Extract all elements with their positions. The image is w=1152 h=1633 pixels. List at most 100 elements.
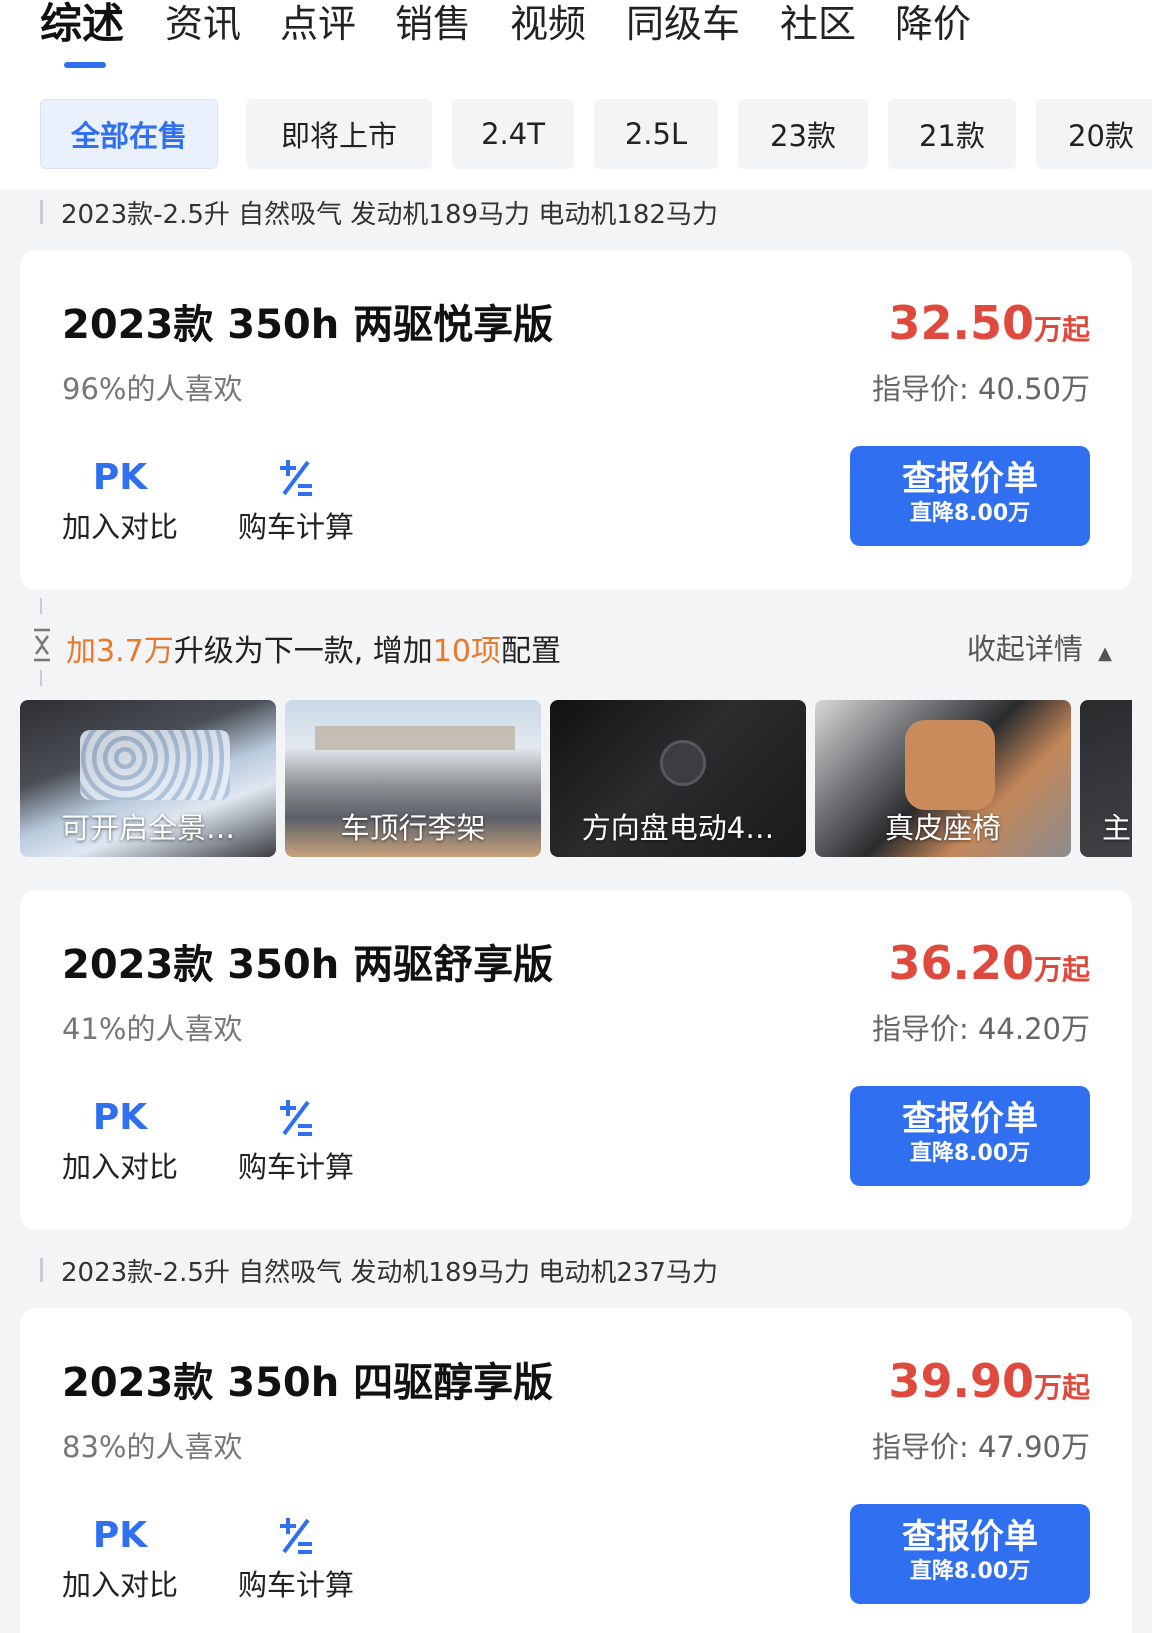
feature-label: 可开启全景… xyxy=(60,811,235,845)
tab-news[interactable]: 资讯 xyxy=(165,0,241,48)
chip-2-4t[interactable]: 2.4T xyxy=(452,99,574,169)
get-quote-button[interactable]: 查报价单 直降8.00万 xyxy=(850,1086,1090,1186)
like-rate: 41%的人喜欢 xyxy=(62,1012,243,1046)
feature-label: 方向盘电动4… xyxy=(581,811,775,845)
trim-title: 2023款 350h 两驱舒享版 xyxy=(62,942,554,988)
get-quote-label: 查报价单 xyxy=(902,459,1038,499)
chip-2-5l[interactable]: 2.5L xyxy=(594,99,718,169)
header: 综述 资讯 点评 销售 视频 同级车 社区 降价 全部在售 即将上市 2.4T … xyxy=(0,0,1152,190)
guide-price: 指导价: 40.50万 xyxy=(871,372,1090,406)
group-marker xyxy=(40,1258,43,1282)
price-value: 39.90 xyxy=(888,1354,1034,1408)
trim-card[interactable]: 2023款 350h 四驱醇享版 83%的人喜欢 39.90万起 指导价: 47… xyxy=(20,1308,1132,1633)
group-label: 2023款-2.5升 自然吸气 发动机189马力 电动机237马力 xyxy=(61,1257,718,1288)
guide-price: 指导价: 44.20万 xyxy=(871,1012,1090,1046)
add-compare-label: 加入对比 xyxy=(62,510,179,544)
connector-line xyxy=(40,670,42,686)
tab-price-drop[interactable]: 降价 xyxy=(895,0,971,48)
tab-sales[interactable]: 销售 xyxy=(395,0,471,48)
chip-2021[interactable]: 21款 xyxy=(888,99,1016,169)
pk-icon: PK xyxy=(92,457,148,498)
group-header: 2023款-2.5升 自然吸气 发动机189马力 电动机237马力 xyxy=(40,1250,718,1290)
feature-thumbnail[interactable]: 方向盘电动4… xyxy=(550,700,806,857)
building-image xyxy=(315,726,515,750)
calculator-icon xyxy=(280,1100,312,1136)
tab-reviews[interactable]: 点评 xyxy=(280,0,356,48)
upgrade-middle: 升级为下一款, 增加 xyxy=(173,634,433,669)
discount-label: 直降8.00万 xyxy=(909,501,1031,526)
main-tabs: 综述 资讯 点评 销售 视频 同级车 社区 降价 xyxy=(0,0,1152,80)
guide-price: 指导价: 47.90万 xyxy=(871,1430,1090,1464)
price-value: 36.20 xyxy=(888,936,1034,990)
dealer-price: 39.90万起 xyxy=(888,1354,1090,1408)
calculator-icon xyxy=(280,1518,312,1554)
chip-all-on-sale[interactable]: 全部在售 xyxy=(40,99,218,169)
chip-2023[interactable]: 23款 xyxy=(738,99,868,169)
collapse-label: 收起详情 xyxy=(966,632,1083,666)
connector-line xyxy=(40,598,42,614)
price-value: 32.50 xyxy=(888,296,1034,350)
add-compare-button[interactable]: PK 加入对比 xyxy=(62,456,178,546)
calculator-icon xyxy=(280,460,312,496)
price-unit: 万起 xyxy=(1033,1371,1090,1404)
discount-label: 直降8.00万 xyxy=(909,1559,1031,1584)
tab-overview[interactable]: 综述 xyxy=(40,0,124,48)
get-quote-button[interactable]: 查报价单 直降8.00万 xyxy=(850,1504,1090,1604)
price-unit: 万起 xyxy=(1033,313,1090,346)
like-rate: 83%的人喜欢 xyxy=(62,1430,243,1464)
price-unit: 万起 xyxy=(1033,953,1090,986)
feature-label: 主 xyxy=(1102,811,1132,845)
upgrade-icon xyxy=(34,628,50,662)
chip-coming-soon[interactable]: 即将上市 xyxy=(246,99,432,169)
tab-same-class[interactable]: 同级车 xyxy=(626,0,740,48)
purchase-calculator-button[interactable]: 购车计算 xyxy=(238,1514,354,1604)
purchase-calculator-button[interactable]: 购车计算 xyxy=(238,456,354,546)
get-quote-label: 查报价单 xyxy=(902,1099,1038,1139)
group-label: 2023款-2.5升 自然吸气 发动机189马力 电动机182马力 xyxy=(61,199,718,230)
steering-adjust-knob-image xyxy=(660,740,706,786)
purchase-calculator-label: 购车计算 xyxy=(238,510,355,544)
feature-thumbnail[interactable]: 主 xyxy=(1080,700,1132,857)
trim-card[interactable]: 2023款 350h 两驱悦享版 96%的人喜欢 32.50万起 指导价: 40… xyxy=(20,250,1132,590)
feature-label: 真皮座椅 xyxy=(884,811,1001,845)
upgrade-count: 10项 xyxy=(432,634,501,669)
upgrade-text: 加3.7万升级为下一款, 增加10项配置 xyxy=(66,626,561,670)
upgrade-cost: 加3.7万 xyxy=(66,634,174,669)
group-marker xyxy=(40,200,43,224)
trim-card[interactable]: 2023款 350h 两驱舒享版 41%的人喜欢 36.20万起 指导价: 44… xyxy=(20,890,1132,1230)
like-rate: 96%的人喜欢 xyxy=(62,372,243,406)
filter-chips: 全部在售 即将上市 2.4T 2.5L 23款 21款 20款 xyxy=(0,99,1152,169)
dealer-price: 36.20万起 xyxy=(888,936,1090,990)
discount-label: 直降8.00万 xyxy=(909,1141,1031,1166)
purchase-calculator-label: 购车计算 xyxy=(238,1150,355,1184)
leather-seat-image xyxy=(905,720,995,810)
feature-gallery: 可开启全景… 车顶行李架 方向盘电动4… 真皮座椅 主 xyxy=(20,700,1132,857)
purchase-calculator-button[interactable]: 购车计算 xyxy=(238,1096,354,1186)
active-tab-indicator xyxy=(64,62,106,68)
upgrade-suffix: 配置 xyxy=(500,634,561,669)
panoramic-roof-image xyxy=(80,730,230,800)
get-quote-button[interactable]: 查报价单 直降8.00万 xyxy=(850,446,1090,546)
feature-thumbnail[interactable]: 车顶行李架 xyxy=(285,700,541,857)
dealer-price: 32.50万起 xyxy=(888,296,1090,350)
add-compare-label: 加入对比 xyxy=(62,1150,179,1184)
pk-icon: PK xyxy=(92,1515,148,1556)
tab-videos[interactable]: 视频 xyxy=(510,0,586,48)
chip-2020[interactable]: 20款 xyxy=(1036,99,1152,169)
feature-thumbnail[interactable]: 可开启全景… xyxy=(20,700,276,857)
caret-up-icon: ▲ xyxy=(1098,643,1112,664)
pk-icon: PK xyxy=(92,1097,148,1138)
collapse-details-button[interactable]: 收起详情 ▲ xyxy=(967,626,1112,668)
upgrade-hint: 加3.7万升级为下一款, 增加10项配置 收起详情 ▲ xyxy=(0,598,1152,694)
add-compare-button[interactable]: PK 加入对比 xyxy=(62,1096,178,1186)
trim-title: 2023款 350h 两驱悦享版 xyxy=(62,302,554,348)
feature-label: 车顶行李架 xyxy=(340,811,486,845)
add-compare-label: 加入对比 xyxy=(62,1568,179,1602)
group-header: 2023款-2.5升 自然吸气 发动机189马力 电动机182马力 xyxy=(40,192,718,232)
get-quote-label: 查报价单 xyxy=(902,1517,1038,1557)
purchase-calculator-label: 购车计算 xyxy=(238,1568,355,1602)
tab-community[interactable]: 社区 xyxy=(780,0,856,48)
feature-thumbnail[interactable]: 真皮座椅 xyxy=(815,700,1071,857)
add-compare-button[interactable]: PK 加入对比 xyxy=(62,1514,178,1604)
trim-title: 2023款 350h 四驱醇享版 xyxy=(62,1360,554,1406)
